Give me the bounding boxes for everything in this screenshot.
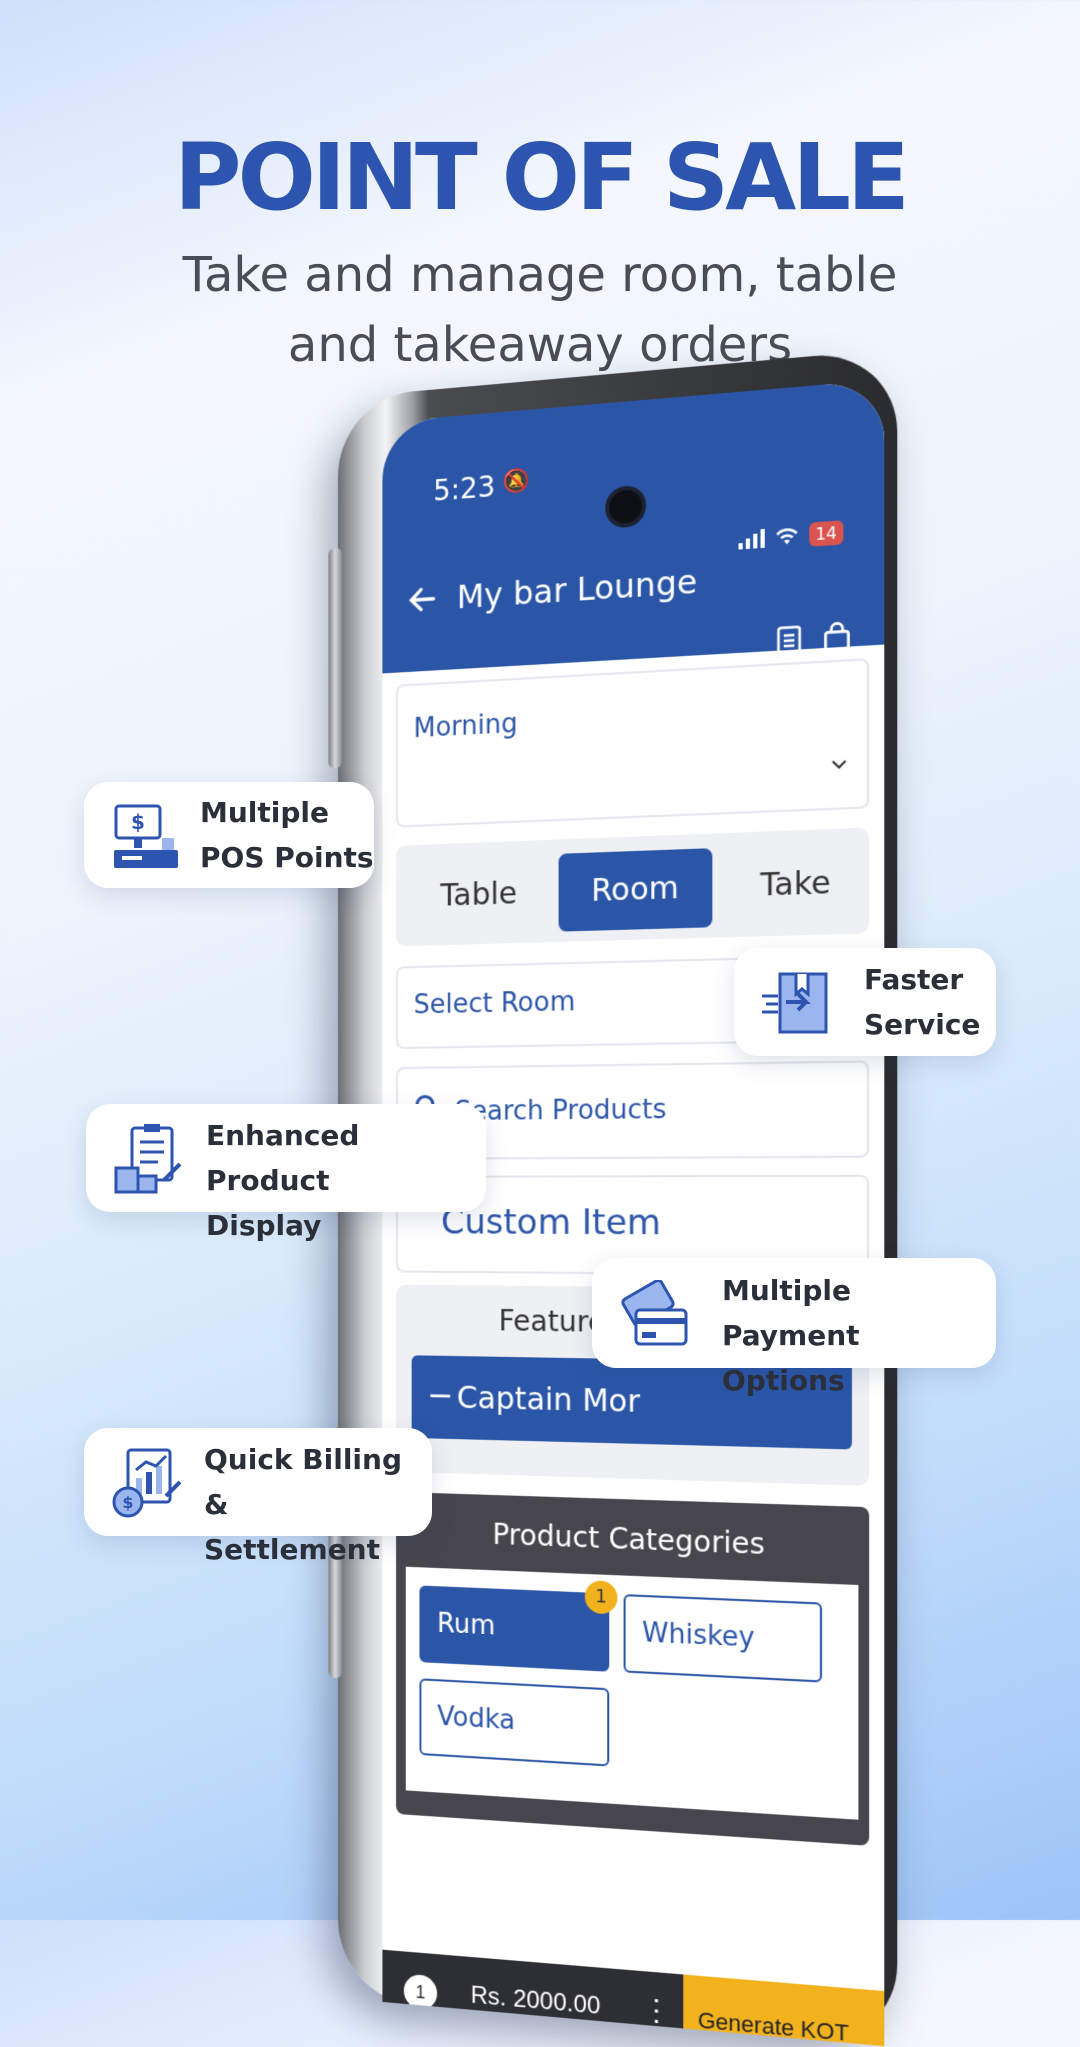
feature-text: Quick Billing & Settlement: [204, 1437, 432, 1572]
feature-line: Service: [864, 1008, 981, 1041]
category-vodka[interactable]: Vodka: [419, 1678, 610, 1767]
feature-line: Options: [722, 1364, 845, 1397]
billing-chart-icon: $: [112, 1448, 182, 1518]
tab-table[interactable]: Table: [410, 854, 549, 936]
feature-text: Multiple POS Points: [200, 790, 374, 880]
feature-line: POS Points: [200, 841, 374, 874]
feature-card-pos-points: $ Multiple POS Points: [84, 782, 374, 888]
feature-line: Enhanced Product: [206, 1119, 360, 1197]
feature-line: Quick Billing &: [204, 1443, 403, 1521]
feature-text: Enhanced Product Display: [206, 1113, 486, 1248]
back-arrow-icon[interactable]: [406, 581, 439, 617]
search-placeholder: Search Products: [454, 1094, 667, 1128]
product-clipboard-icon: [114, 1124, 182, 1194]
generate-kot-button[interactable]: Generate KOT: [683, 1974, 885, 2047]
hero-title: POINT OF SALE: [174, 124, 910, 231]
svg-text:$: $: [131, 810, 145, 834]
pos-terminal-icon: $: [114, 804, 178, 868]
category-label: Rum: [437, 1608, 496, 1642]
chevron-down-icon: [831, 759, 848, 770]
page-title: My bar Lounge: [456, 561, 698, 617]
shift-select-value: Morning: [413, 708, 518, 745]
front-camera: [609, 488, 643, 525]
cart-bar: 1 Rs. 2000.00 ⋮ Generate KOT: [382, 1949, 885, 2047]
more-options-icon[interactable]: ⋮: [642, 1992, 671, 2029]
order-type-tabs: Table Room Take Away: [396, 827, 870, 984]
svg-text:$: $: [122, 1493, 133, 1512]
feature-line: Faster: [864, 963, 964, 996]
battery-indicator: 14: [808, 520, 844, 547]
category-rum[interactable]: Rum 1: [419, 1580, 618, 1672]
product-categories-title: Product Categories: [492, 1517, 765, 1562]
category-count-badge: 1: [584, 1580, 618, 1615]
feature-card-payment-options: Multiple Payment Options: [592, 1258, 996, 1397]
feature-card-product-display: Enhanced Product Display: [86, 1104, 486, 1242]
wifi-icon: [775, 527, 798, 545]
feature-line: Settlement: [204, 1533, 380, 1566]
feature-card-faster-service: Faster Service: [734, 948, 996, 1056]
feature-card-quick-billing: $ Quick Billing & Settlement: [84, 1428, 432, 1566]
shift-select[interactable]: Morning: [396, 658, 870, 828]
tab-room[interactable]: Room: [558, 848, 713, 932]
featured-product-label: Captain Mor: [456, 1380, 640, 1421]
feature-text: Multiple Payment Options: [722, 1268, 996, 1403]
volume-button: [328, 547, 342, 769]
category-label: Vodka: [437, 1701, 516, 1737]
categories-grid: Rum 1 Whiskey Vodka: [405, 1566, 859, 1820]
feature-text: Faster Service: [864, 957, 980, 1047]
feature-line: Multiple Payment: [722, 1274, 860, 1352]
signal-icon: [738, 528, 765, 550]
payment-cards-icon: [621, 1280, 688, 1346]
status-time: 5:23: [433, 469, 496, 508]
app-bar: 5:23 🔕 14 My bar Lounge: [382, 379, 885, 674]
category-label: Whiskey: [642, 1617, 755, 1655]
product-categories-panel: Product Categories Rum 1 Whiskey Vodka: [396, 1491, 870, 1846]
category-whiskey[interactable]: Whiskey: [623, 1594, 823, 1683]
room-select-placeholder: Select Room: [413, 986, 576, 1021]
cart-count-badge: 1: [403, 1973, 438, 2011]
tab-take-away[interactable]: Take Away: [719, 842, 874, 984]
cart-total: Rs. 2000.00: [470, 1981, 601, 2021]
minus-icon[interactable]: −: [427, 1376, 453, 1415]
status-icons: 14: [738, 520, 844, 551]
feature-line: Multiple: [200, 796, 330, 829]
fast-delivery-box-icon: [762, 972, 828, 1034]
feature-line: Display: [206, 1209, 322, 1242]
bell-muted-icon: 🔕: [502, 466, 530, 495]
